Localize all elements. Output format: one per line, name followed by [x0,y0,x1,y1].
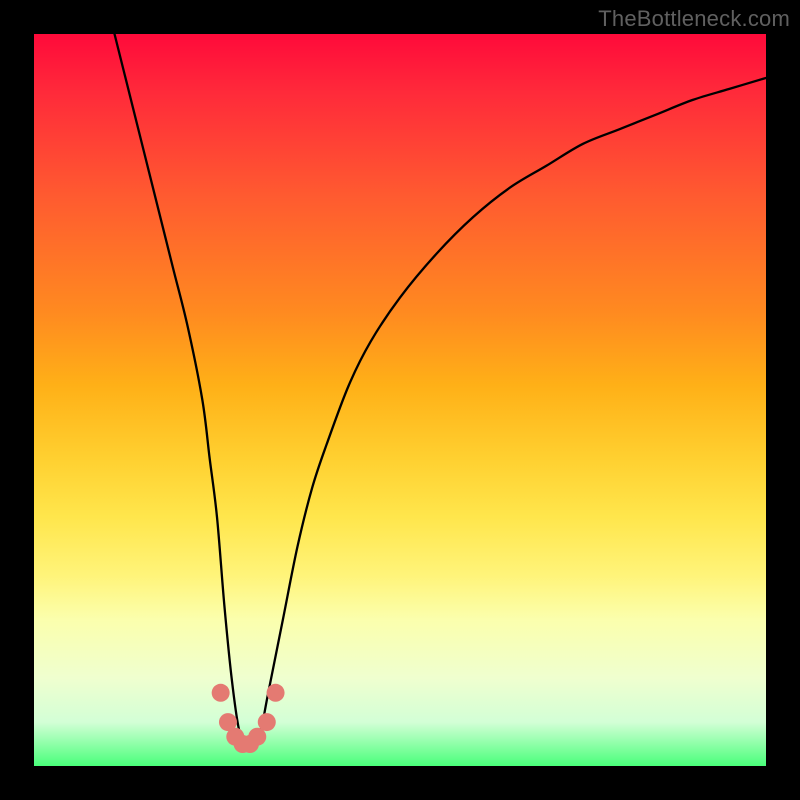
curve-dot [258,713,276,731]
chart-frame: TheBottleneck.com [0,0,800,800]
watermark-text: TheBottleneck.com [598,6,790,32]
curve-dots [212,684,285,753]
curve-layer [34,34,766,766]
curve-dot [212,684,230,702]
curve-dot [267,684,285,702]
bottleneck-curve-path [115,34,766,746]
plot-area [34,34,766,766]
bottleneck-curve [115,34,766,746]
